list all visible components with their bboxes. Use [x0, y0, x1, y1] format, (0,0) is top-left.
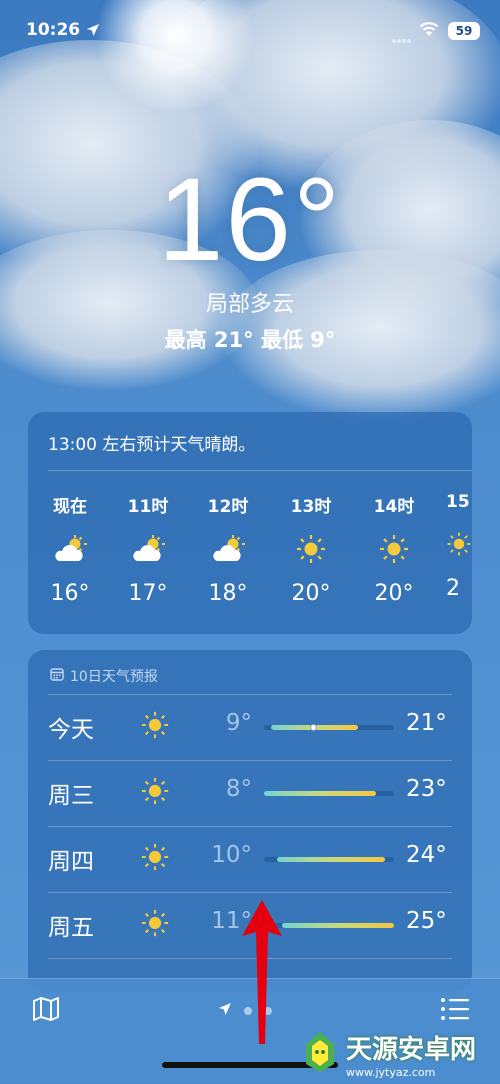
current-temperature: 16° — [157, 154, 343, 286]
sun-icon — [140, 842, 170, 876]
day-low: 9° — [225, 710, 252, 736]
sun-icon — [140, 908, 170, 942]
hourly-summary: 13:00 左右预计天气晴朗。 — [48, 435, 256, 455]
hourly-forecast-card[interactable]: 13:00 左右预计天气晴朗。 现在 16° 11时 17° 12时 18° 1… — [28, 412, 472, 634]
day-high: 25° — [406, 908, 447, 934]
watermark-logo-icon — [300, 1030, 340, 1078]
temperature-range-bar — [264, 724, 394, 731]
day-low: 10° — [211, 842, 252, 868]
current-condition: 局部多云 — [205, 292, 294, 317]
day-name: 周四 — [48, 849, 94, 875]
temperature-range-bar — [264, 791, 394, 796]
partly-cloudy-icon — [198, 531, 258, 567]
location-arrow-icon — [86, 22, 100, 41]
location-arrow-icon — [218, 1001, 232, 1020]
day-high: 24° — [406, 842, 447, 868]
sun-icon — [281, 531, 341, 567]
calendar-icon — [50, 667, 64, 685]
hour-item: 12时 18° — [198, 492, 258, 606]
sun-icon — [364, 531, 424, 567]
day-row[interactable]: 今天 9° 21° — [28, 694, 472, 760]
hour-item: 15 2 — [446, 492, 472, 601]
ten-day-title: 10日天气预报 — [70, 669, 158, 685]
status-time: 10:26 — [26, 20, 81, 40]
day-high: 21° — [406, 710, 447, 736]
hour-item: 11时 17° — [118, 492, 178, 606]
watermark: 天源安卓网 www.jytyaz.com — [300, 1024, 500, 1083]
divider — [48, 470, 472, 471]
day-name: 周五 — [48, 915, 94, 941]
list-icon[interactable] — [440, 996, 470, 1026]
day-row[interactable]: 周四 10° 24° — [28, 826, 472, 892]
map-icon[interactable] — [32, 995, 60, 1027]
battery-indicator: 59 — [448, 22, 480, 40]
partly-cloudy-icon — [118, 531, 178, 567]
watermark-url: www.jytyaz.com — [346, 1065, 436, 1079]
sun-icon — [140, 710, 170, 744]
sun-icon — [140, 776, 170, 810]
partly-cloudy-icon — [40, 531, 100, 567]
hour-item: 14时 20° — [364, 492, 424, 606]
sun-icon — [446, 526, 472, 562]
day-row[interactable]: 周三 8° 23° — [28, 760, 472, 826]
wifi-icon — [419, 21, 439, 41]
high-low-temperature: 最高 21° 最低 9° — [164, 328, 336, 352]
ten-day-header: 10日天气预报 — [50, 666, 158, 686]
watermark-name: 天源安卓网 — [346, 1034, 477, 1065]
day-high: 23° — [406, 776, 447, 802]
day-low: 8° — [225, 776, 252, 802]
hour-item: 现在 16° — [40, 492, 100, 606]
temperature-range-bar — [264, 857, 394, 862]
status-bar: 10:26 59 — [0, 0, 500, 60]
current-weather: 16° 局部多云 最高 21° 最低 9° — [0, 160, 500, 354]
day-name: 周三 — [48, 783, 94, 809]
hour-item: 13时 20° — [281, 492, 341, 606]
cellular-signal-icon — [392, 29, 412, 48]
day-name: 今天 — [48, 717, 94, 743]
swipe-up-arrow-icon — [238, 896, 286, 1052]
